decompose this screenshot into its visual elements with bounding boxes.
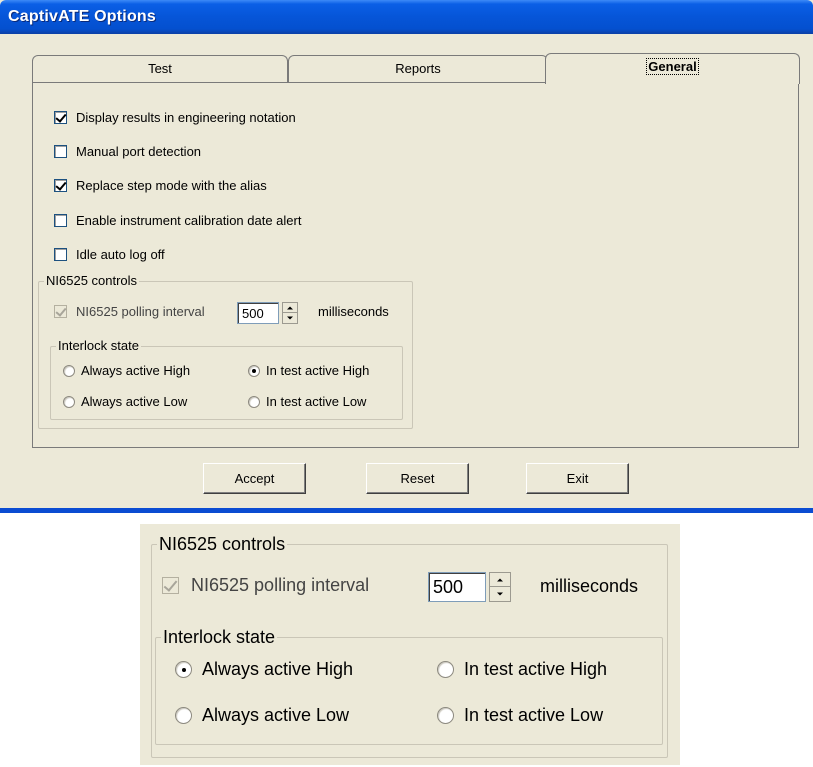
inset-polling-interval-spinner[interactable] [489,572,511,602]
replace-step-mode-checkbox[interactable] [54,178,67,192]
inset-radio-always-active-high[interactable]: Always active High [175,659,353,680]
manual-port-detection-label: Manual port detection [76,143,202,159]
idle-auto-log-off-checkbox[interactable] [54,247,67,261]
replace-step-mode-label: Replace step mode with the alias [76,177,267,193]
title-bar[interactable]: CaptivATE Options [0,0,813,34]
ni6525-polling-option: NI6525 polling interval [54,303,205,319]
inset-spin-down-arrow-icon [497,592,503,596]
inset-interlock-state-label: Interlock state [161,627,278,647]
in-test-active-low-radio[interactable] [248,395,260,408]
option-calibration-alert[interactable]: Enable instrument calibration date alert [54,212,301,228]
polling-interval-spinner[interactable] [282,302,298,324]
reset-button[interactable]: Reset [366,463,469,494]
inset-polling-interval-input[interactable]: 500 [428,572,486,602]
always-active-low-label: Always active Low [81,394,188,409]
radio-always-active-low[interactable]: Always active Low [63,394,187,409]
engineering-notation-checkbox[interactable] [54,110,67,124]
ni6525-zoom-inset: NI6525 controls NI6525 polling interval … [140,524,680,765]
radio-in-test-active-low[interactable]: In test active Low [248,394,366,409]
tab-test-label: Test [148,61,172,76]
option-idle-auto-log-off[interactable]: Idle auto log off [54,246,165,262]
in-test-active-high-label: In test active High [266,363,370,378]
inset-in-test-active-high-label: In test active High [464,659,608,679]
radio-always-active-high[interactable]: Always active High [63,363,190,378]
inset-in-test-active-high-radio[interactable] [437,661,454,678]
window-bottom-border [0,508,813,513]
spin-down-arrow-icon [287,316,293,320]
tab-general-label: General [646,58,699,75]
option-engineering-notation[interactable]: Display results in engineering notation [54,109,296,125]
engineering-notation-label: Display results in engineering notation [76,109,296,125]
in-test-active-low-label: In test active Low [266,394,367,409]
exit-button[interactable]: Exit [526,463,629,494]
inset-always-active-high-label: Always active High [202,659,354,679]
tab-general[interactable]: General [545,53,800,84]
option-replace-step-mode[interactable]: Replace step mode with the alias [54,177,267,193]
options-dialog: CaptivATE Options Test Reports General D… [0,0,813,513]
interlock-state-label: Interlock state [56,338,141,354]
inset-spin-down-button[interactable] [490,587,510,601]
inset-in-test-active-low-label: In test active Low [464,705,604,725]
always-active-high-radio[interactable] [63,364,75,377]
spin-up-arrow-icon [287,306,293,309]
inset-polling-unit-label: milliseconds [540,576,639,596]
ni6525-polling-label: NI6525 polling interval [76,303,205,319]
tab-reports-label: Reports [395,61,441,76]
inset-ni6525-polling-checkbox [162,576,179,594]
window-title: CaptivATE Options [8,8,156,25]
inset-ni6525-polling-option: NI6525 polling interval [162,574,369,596]
accept-button[interactable]: Accept [203,463,306,494]
radio-in-test-active-high[interactable]: In test active High [248,363,369,378]
polling-interval-input[interactable]: 500 [237,302,279,324]
spin-up-button[interactable] [283,303,297,313]
in-test-active-high-radio[interactable] [248,364,260,377]
spin-down-button[interactable] [283,313,297,323]
inset-always-active-high-radio[interactable] [175,661,192,678]
tab-test[interactable]: Test [32,55,288,83]
polling-interval-value: 500 [242,305,264,321]
inset-polling-interval-value: 500 [433,576,464,597]
ni6525-controls-label: NI6525 controls [44,273,140,289]
inset-always-active-low-radio[interactable] [175,707,192,724]
inset-spin-up-button[interactable] [490,573,510,587]
calibration-alert-label: Enable instrument calibration date alert [76,212,302,228]
ni6525-polling-checkbox [54,304,67,318]
tab-reports[interactable]: Reports [288,55,548,83]
inset-radio-in-test-active-high[interactable]: In test active High [437,659,607,680]
inset-spin-up-arrow-icon [497,578,503,581]
manual-port-detection-checkbox[interactable] [54,144,67,158]
inset-radio-in-test-active-low[interactable]: In test active Low [437,705,603,726]
inset-ni6525-polling-label: NI6525 polling interval [191,574,370,595]
option-manual-port-detection[interactable]: Manual port detection [54,143,201,159]
inset-radio-always-active-low[interactable]: Always active Low [175,705,349,726]
inset-interlock-state-group: Interlock state [155,628,663,745]
always-active-low-radio[interactable] [63,395,75,408]
inset-ni6525-controls-label: NI6525 controls [157,534,288,554]
polling-unit-label: milliseconds [318,304,389,319]
inset-always-active-low-label: Always active Low [202,705,350,725]
inset-in-test-active-low-radio[interactable] [437,707,454,724]
idle-auto-log-off-label: Idle auto log off [76,246,165,262]
calibration-alert-checkbox[interactable] [54,213,67,227]
always-active-high-label: Always active High [81,363,191,378]
